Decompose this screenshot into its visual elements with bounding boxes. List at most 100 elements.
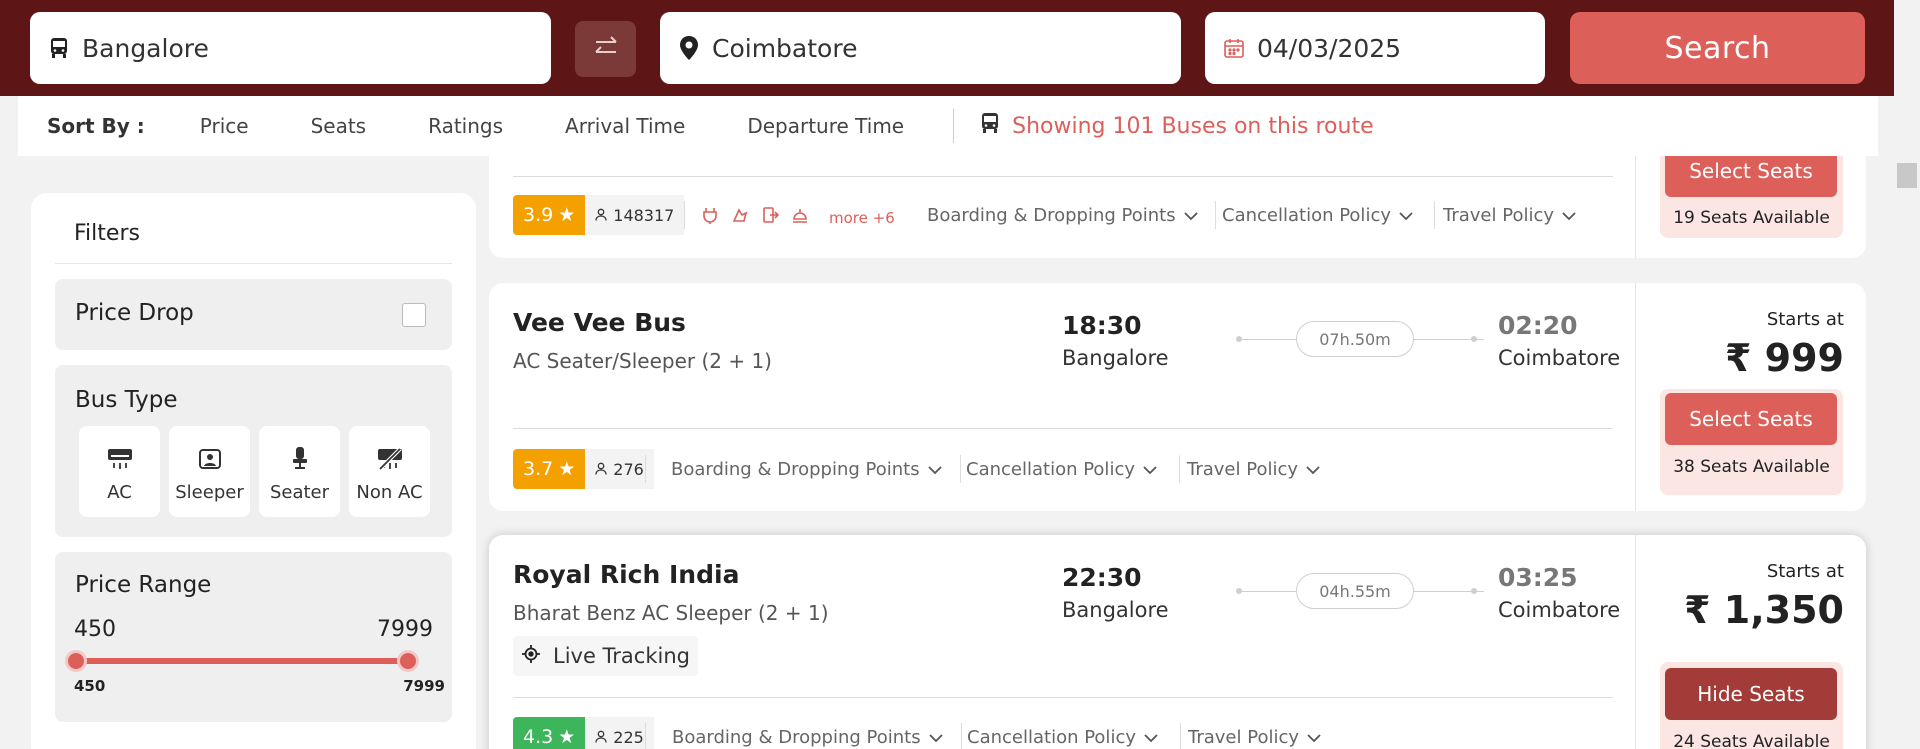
chevron-down-icon: [1399, 205, 1413, 226]
bus-icon: [46, 35, 72, 61]
departure-time: 18:30: [1062, 311, 1142, 340]
travel-policy[interactable]: Travel Policy: [1187, 459, 1320, 480]
location-pin-icon: [676, 35, 702, 61]
bus-type-non-ac-label: Non AC: [356, 482, 423, 503]
sort-option-ratings[interactable]: Ratings: [428, 114, 503, 138]
cancellation-policy[interactable]: Cancellation Policy: [1222, 205, 1413, 226]
divider: [684, 201, 685, 229]
cancellation-policy[interactable]: Cancellation Policy: [967, 727, 1158, 748]
ac-icon: [107, 444, 133, 470]
non-ac-icon: [377, 444, 403, 470]
sort-option-departure-time[interactable]: Departure Time: [747, 114, 904, 138]
divider: [1434, 201, 1435, 229]
bus-icon: [978, 111, 1002, 141]
select-seats-button[interactable]: Select Seats: [1665, 393, 1837, 445]
bus-type-non-ac[interactable]: Non AC: [349, 426, 430, 517]
boarding-dropping-points[interactable]: Boarding & Dropping Points: [672, 727, 943, 748]
chevron-down-icon: [1144, 727, 1158, 748]
bus-type-sleeper-label: Sleeper: [175, 482, 244, 503]
departure-city: Bangalore: [1062, 598, 1169, 622]
route-dot: [1471, 336, 1477, 342]
travel-policy[interactable]: Travel Policy: [1188, 727, 1321, 748]
chevron-down-icon: [1183, 205, 1198, 226]
rating: 3.9 ★ 148317: [513, 195, 685, 235]
policy-label: Boarding & Dropping Points: [672, 727, 921, 748]
to-field[interactable]: Coimbatore: [660, 12, 1181, 84]
blanket-icon: [731, 206, 749, 228]
policy-label: Cancellation Policy: [966, 459, 1135, 480]
price: ₹ 1,350: [1684, 588, 1844, 632]
seat-selection: Hide Seats 24 Seats Available: [1660, 662, 1843, 749]
rating-badge: 3.7 ★: [513, 449, 586, 489]
live-tracking-badge: Live Tracking: [513, 636, 698, 676]
sort-option-price[interactable]: Price: [200, 114, 249, 138]
rating-count-value: 276: [613, 459, 644, 479]
search-button[interactable]: Search: [1570, 12, 1865, 84]
star-icon: ★: [558, 458, 576, 480]
bus-type-ac-label: AC: [107, 482, 132, 503]
seats-available: 19 Seats Available: [1673, 208, 1830, 228]
arrival-city: Coimbatore: [1498, 346, 1621, 370]
date-value: 04/03/2025: [1257, 33, 1402, 63]
price-range-track: [74, 658, 408, 664]
duration: 04h.55m: [1296, 573, 1414, 609]
starts-at-label: Starts at: [1766, 309, 1844, 330]
charging-icon: [701, 206, 719, 228]
cancellation-policy[interactable]: Cancellation Policy: [966, 459, 1157, 480]
policy-label: Boarding & Dropping Points: [671, 459, 920, 480]
more-amenities-link[interactable]: more +6: [829, 209, 895, 227]
sort-label: Sort By :: [47, 114, 145, 138]
rating-count: 225: [585, 717, 654, 749]
price: ₹ 999: [1725, 336, 1844, 380]
scrollbar-thumb[interactable]: [1897, 163, 1917, 188]
rating-count: 276: [585, 449, 654, 489]
bus-count-text: Showing 101 Buses on this route: [1012, 113, 1374, 139]
chevron-down-icon: [1306, 459, 1320, 480]
amenities: [701, 206, 809, 228]
bus-card: Vee Vee Bus AC Seater/Sleeper (2 + 1) 18…: [489, 283, 1866, 511]
price-range-max-handle[interactable]: [397, 650, 419, 672]
divider: [1635, 283, 1636, 511]
price-drop-label: Price Drop: [75, 300, 194, 326]
duration: 07h.50m: [1296, 321, 1414, 357]
chevron-down-icon: [928, 727, 943, 748]
rating-value: 3.9: [523, 204, 554, 226]
seater-icon: [290, 444, 310, 470]
boarding-dropping-points[interactable]: Boarding & Dropping Points: [927, 205, 1198, 226]
boarding-dropping-points[interactable]: Boarding & Dropping Points: [671, 459, 942, 480]
rating-badge: 3.9 ★: [513, 195, 586, 235]
arrival-time: 03:25: [1498, 563, 1578, 592]
price-range-filter: Price Range 450 7999 450 7999: [55, 552, 452, 722]
search-header: Bangalore Coimbatore 04/03/2025 Search: [0, 0, 1894, 96]
divider: [953, 109, 955, 143]
price-range-min: 450: [74, 617, 116, 642]
price-range-min-handle[interactable]: [65, 650, 87, 672]
divider: [513, 697, 1613, 698]
bus-type-sleeper[interactable]: Sleeper: [169, 426, 250, 517]
seats-available: 24 Seats Available: [1673, 732, 1830, 749]
policy-label: Cancellation Policy: [967, 727, 1136, 748]
price-drop-checkbox[interactable]: [402, 303, 426, 327]
bus-type-seater-label: Seater: [269, 482, 330, 503]
emergency-exit-icon: [761, 206, 780, 228]
from-field[interactable]: Bangalore: [30, 12, 551, 84]
sort-option-seats[interactable]: Seats: [311, 114, 367, 138]
price-drop-filter[interactable]: Price Drop: [55, 279, 452, 350]
policy-label: Travel Policy: [1443, 205, 1555, 226]
starts-at-label: Starts at: [1766, 561, 1844, 582]
reading-light-icon: [791, 206, 809, 228]
rating-count-value: 148317: [613, 205, 675, 225]
bus-type-ac[interactable]: AC: [79, 426, 160, 517]
sort-option-arrival-time[interactable]: Arrival Time: [565, 114, 685, 138]
date-field[interactable]: 04/03/2025: [1205, 12, 1545, 84]
to-value: Coimbatore: [712, 33, 858, 63]
bus-type: Bharat Benz AC Sleeper (2 + 1): [513, 601, 829, 625]
arrival-time: 02:20: [1498, 311, 1578, 340]
bus-type-seater[interactable]: Seater: [259, 426, 340, 517]
travel-policy[interactable]: Travel Policy: [1443, 205, 1576, 226]
swap-button[interactable]: [575, 21, 636, 77]
swap-icon: [592, 33, 620, 65]
filters-title: Filters: [74, 221, 140, 246]
hide-seats-button[interactable]: Hide Seats: [1665, 668, 1837, 720]
operator-name: Royal Rich India: [513, 560, 740, 589]
